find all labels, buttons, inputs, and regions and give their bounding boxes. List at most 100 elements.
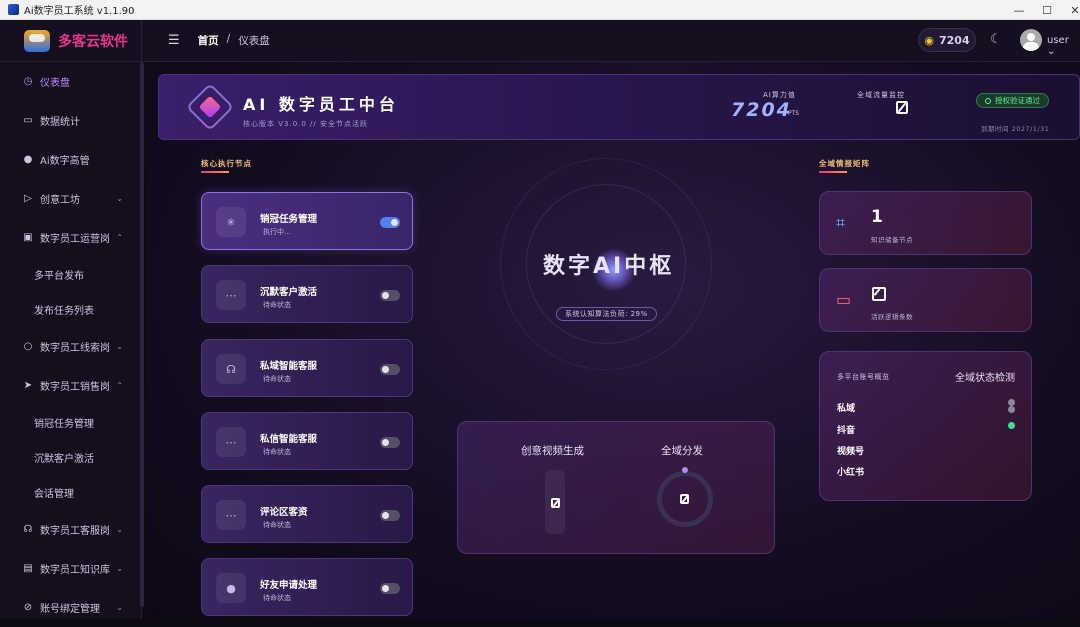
- stat-label: 活跃逻辑条数: [871, 313, 913, 321]
- node-card[interactable]: ⋯ 沉默客户激活 待命状态: [201, 265, 413, 323]
- power-value: 7204: [731, 99, 792, 121]
- power-unit: PTS: [788, 110, 800, 117]
- sidebar-item-leads[interactable]: ○ 数字员工线索岗 ⌄: [0, 327, 141, 366]
- top-navbar: 多客云软件 ☰ 首页 / 仪表盘 ◉ 7204 ☾ user ⌄: [0, 19, 1080, 62]
- breadcrumb-current: 仪表盘: [238, 35, 270, 47]
- sidebar-item-knowledge[interactable]: ▤ 数字员工知识库 ⌄: [0, 549, 141, 588]
- user-icon: ●: [216, 573, 246, 603]
- platform-row: 视频号: [837, 447, 865, 457]
- stat-label: 知识储备节点: [871, 236, 913, 244]
- brand[interactable]: 多客云软件: [0, 19, 142, 62]
- sidebar-item-label: 数字员工线索岗: [40, 343, 110, 354]
- chevron-up-icon: ⌃: [116, 381, 123, 390]
- chevron-up-icon: ⌃: [116, 233, 123, 242]
- sidebar-item-sales[interactable]: ➤ 数字员工销售岗 ⌃: [0, 366, 141, 405]
- video-generation-label: 创意视频生成: [521, 445, 584, 457]
- status-indicator-icon: [1008, 422, 1015, 429]
- platform-row: 小红书: [837, 468, 865, 478]
- sidebar-scrollbar[interactable]: [140, 62, 144, 607]
- breadcrumb-home[interactable]: 首页: [198, 33, 219, 48]
- coin-icon: ◉: [924, 33, 934, 47]
- search-icon: ○: [23, 341, 33, 352]
- sidebar-item-ai-executive[interactable]: ● Ai数字高管: [0, 140, 141, 179]
- user-menu[interactable]: user ⌄: [1047, 35, 1080, 57]
- points-badge[interactable]: ◉ 7204: [918, 28, 976, 52]
- menu-toggle-icon[interactable]: ☰: [168, 33, 180, 48]
- brand-logo-icon: [24, 29, 50, 52]
- node-toggle[interactable]: [380, 364, 400, 375]
- sidebar-subitem-silent-activation[interactable]: 沉默客户激活: [0, 440, 141, 475]
- app-icon: [8, 4, 19, 15]
- node-status: 待命状态: [263, 301, 291, 309]
- sidebar-item-label: 数字员工客服岗: [40, 526, 110, 537]
- chevron-down-icon: ⌄: [116, 603, 123, 612]
- node-toggle[interactable]: [380, 510, 400, 521]
- chevron-down-icon: ⌄: [116, 525, 123, 534]
- link-icon: ⊘: [23, 602, 33, 613]
- sidebar-subitem-publish-list[interactable]: 发布任务列表: [0, 292, 141, 327]
- auth-badge: 授权验证通过: [976, 93, 1049, 108]
- headset-icon: ☊: [216, 354, 246, 384]
- video-icon: ▷: [24, 193, 32, 204]
- sidebar-subitem-champion-tasks[interactable]: 销冠任务管理: [0, 405, 141, 440]
- sidebar-item-dashboard[interactable]: ◷ 仪表盘: [0, 62, 141, 101]
- stat-card-logic: ▭ 活跃逻辑条数: [819, 268, 1032, 332]
- node-status: 执行中...: [263, 228, 291, 236]
- core-load: 系统认知算法负荷: 29%: [556, 307, 657, 321]
- breadcrumb: 首页 / 仪表盘: [198, 33, 270, 48]
- sidebar-item-account-binding[interactable]: ⊘ 账号绑定管理 ⌄: [0, 588, 141, 627]
- node-name: 沉默客户激活: [260, 287, 318, 298]
- node-name: 评论区客资: [260, 507, 308, 518]
- sidebar-item-label: 仪表盘: [40, 78, 70, 89]
- sidebar-item-label: 创意工坊: [40, 195, 80, 206]
- avatar[interactable]: [1020, 29, 1042, 51]
- node-card[interactable]: ⋯ 评论区客资 待命状态: [201, 485, 413, 543]
- node-toggle[interactable]: [380, 290, 400, 301]
- dark-mode-toggle-icon[interactable]: ☾: [990, 32, 1002, 47]
- sidebar-subitem-multi-publish[interactable]: 多平台发布: [0, 257, 141, 292]
- video-count-icon: [551, 498, 560, 508]
- node-status: 待命状态: [263, 521, 291, 529]
- node-card[interactable]: ⋯ 私信智能客服 待命状态: [201, 412, 413, 470]
- chart-icon: ▭: [23, 115, 33, 126]
- platform-header: 多平台账号概览: [837, 373, 890, 381]
- monitor-icon: ▭: [836, 290, 852, 309]
- node-toggle[interactable]: [380, 217, 400, 228]
- platform-row: 抖音: [837, 426, 856, 436]
- brand-name: 多客云软件: [58, 33, 128, 50]
- traffic-value-icon: [896, 101, 908, 114]
- nodes-section-title: 核心执行节点: [201, 159, 252, 173]
- username: user: [1047, 35, 1069, 46]
- auth-badge-label: 授权验证通过: [995, 96, 1040, 105]
- sidebar-item-label: 数据统计: [40, 117, 80, 128]
- chevron-down-icon: ⌄: [116, 342, 123, 351]
- spinner-icon: ✳: [216, 207, 246, 237]
- node-card[interactable]: ● 好友申请处理 待命状态: [201, 558, 413, 616]
- person-icon: ●: [23, 154, 33, 165]
- distribution-label: 全域分发: [661, 445, 703, 457]
- sidebar-item-creative[interactable]: ▷ 创意工坊 ⌄: [0, 179, 141, 218]
- sidebar-item-operations[interactable]: ▣ 数字员工运营岗 ⌃: [0, 218, 141, 257]
- chat-icon: ⋯: [216, 280, 246, 310]
- sidebar-item-statistics[interactable]: ▭ 数据统计: [0, 101, 141, 140]
- window-titlebar: Ai数字员工系统 v1.1.90 — ☐ ✕: [0, 0, 1080, 20]
- core-title: 数字AI中枢: [543, 254, 675, 279]
- node-toggle[interactable]: [380, 583, 400, 594]
- dashboard-icon: ◷: [23, 76, 33, 87]
- platform-check-title: 全域状态检测: [955, 373, 1015, 384]
- expire-date: 到期时间 2027/1/31: [981, 125, 1050, 133]
- diamond-logo-icon: [185, 82, 235, 132]
- stat-value-icon: [872, 287, 886, 301]
- sidebar-item-service[interactable]: ☊ 数字员工客服岗 ⌄: [0, 510, 141, 549]
- node-card[interactable]: ✳ 销冠任务管理 执行中...: [201, 192, 413, 250]
- stat-card-knowledge: ⌗ 1 知识储备节点: [819, 191, 1032, 255]
- node-status: 待命状态: [263, 594, 291, 602]
- close-button[interactable]: ✕: [1058, 0, 1080, 20]
- sidebar-subitem-sessions[interactable]: 会话管理: [0, 475, 141, 510]
- breadcrumb-separator: /: [226, 33, 231, 45]
- node-card[interactable]: ☊ 私域智能客服 待命状态: [201, 339, 413, 397]
- node-toggle[interactable]: [380, 437, 400, 448]
- status-indicator-icon: [1008, 399, 1015, 406]
- main-content: AI 数字员工中台 核心版本 V3.0.0 // 安全节点活跃 AI算力值 72…: [146, 62, 1080, 619]
- platform-panel: 多平台账号概览 全域状态检测 私域 抖音 视频号 小红书: [819, 351, 1032, 501]
